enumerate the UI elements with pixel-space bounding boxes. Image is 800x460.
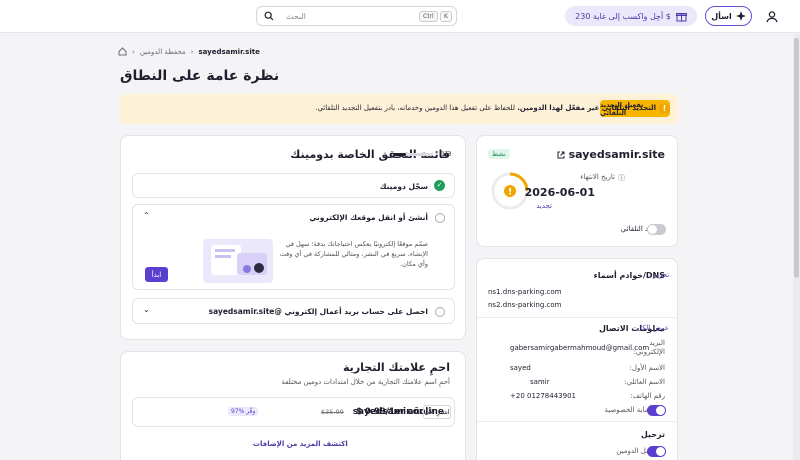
expiry-date: 2026-06-01 [524, 186, 595, 199]
privacy-toggle[interactable] [647, 405, 666, 416]
alert-rest-text: للحفاظ على تفعيل هذا الدومين وخدماته، با… [315, 104, 518, 112]
website-builder-illustration [203, 239, 273, 283]
first-name-value: sayed [510, 364, 531, 372]
referral-promo-button[interactable]: أحِل واكسب إلى غاية 230 $ [565, 6, 697, 26]
divider [477, 317, 677, 318]
renew-link[interactable]: تجديد [536, 202, 552, 210]
gift-icon [675, 12, 687, 21]
breadcrumb: › محفظة الدومين › sayedsamir.site [118, 47, 260, 56]
external-link-icon[interactable] [557, 151, 565, 159]
domain-summary-card: sayedsamir.site نشط ! تاريخ الانتهاء ⓘ 2… [476, 135, 678, 247]
checklist-progress-bar [393, 153, 433, 156]
brand-subtitle: أحمِ اسم علامتك التجارية من خلال امتدادا… [281, 378, 450, 386]
nameserver-1: ns1.dns-parking.com [488, 288, 562, 296]
buy-now-button[interactable]: اشترِ الآن [423, 405, 451, 419]
ask-label: اسأل [711, 11, 732, 21]
nameserver-2: ns2.dns-parking.com [488, 301, 562, 309]
domain-suggestion-row: sayedsamir.online 97% وفّر $35.99 $ 0.99… [132, 397, 455, 427]
checklist-item-label: سجّل دومينك [379, 182, 428, 191]
toggle-knob [648, 225, 657, 234]
breadcrumb-parent[interactable]: محفظة الدومين [140, 48, 186, 56]
checklist-item-label: احصل على حساب بريد أعمال إلكتروني @sayed… [208, 307, 428, 316]
search-placeholder: البحث [285, 12, 306, 21]
checklist-item-description: صمّم موقعًا إلكترونيًا يعكس احتياجاتك بد… [279, 240, 428, 268]
brand-protection-card: احمِ علامتك التجارية أحمِ اسم علامتك الت… [120, 351, 466, 460]
dns-edit-link[interactable]: تحرير [653, 271, 669, 279]
phone-value: +20 01278443901 [510, 392, 576, 400]
domain-name: sayedsamir.site [568, 148, 665, 161]
discount-badge: 97% وفّر [228, 407, 259, 416]
top-bar: اسأل أحِل واكسب إلى غاية 230 $ البحث Ctr… [0, 0, 800, 33]
radio-button[interactable] [435, 213, 445, 223]
divider [477, 421, 677, 422]
toggle-knob [656, 406, 665, 415]
transfer-title: ترحيل [640, 430, 665, 439]
info-icon[interactable]: ⓘ [618, 173, 625, 183]
shortcut-ctrl: Ctrl [419, 11, 438, 22]
chevron-up-icon[interactable]: ⌃ [143, 211, 150, 220]
last-name-value: samir [530, 378, 550, 386]
domain-lock-label: قفل الدومين [616, 447, 653, 455]
brand-title: احمِ علامتك التجارية [343, 361, 450, 374]
checklist-progress-count: 1/3 [441, 150, 452, 158]
privacy-label: حماية الخصوصية [604, 406, 653, 414]
checklist-item-label: أنشئ أو انقل موقعك الإلكتروني [309, 213, 428, 222]
promo-label: أحِل واكسب إلى غاية 230 $ [575, 11, 671, 21]
dns-contact-card: خوادم أسماء/DNS تحرير ns1.dns-parking.co… [476, 258, 678, 460]
user-icon[interactable] [764, 9, 780, 25]
expiry-label: تاريخ الانتهاء [580, 173, 615, 181]
page-scrollbar[interactable] [793, 34, 800, 460]
alert-bold-text: التجديد التلقائي غير مفعّل لهذا الدومين. [517, 104, 656, 112]
domain-checklist-card: قائمة التحقق الخاصة بدومينك 1/3 ✓ سجّل د… [120, 135, 466, 340]
check-icon: ✓ [434, 180, 445, 191]
domain-name-row: sayedsamir.site [557, 148, 665, 161]
start-button[interactable]: ابدأ [145, 267, 168, 282]
scrollbar-thumb[interactable] [794, 38, 799, 278]
first-name-label: الاسم الأول: [629, 364, 665, 372]
alert-text: التجديد التلقائي غير مفعّل لهذا الدومين.… [315, 104, 656, 112]
checklist-item-email[interactable]: احصل على حساب بريد أعمال إلكتروني @sayed… [132, 298, 455, 324]
sparkle-icon [735, 11, 746, 21]
email-value: gabersamirgabermahmoud@gmail.com [510, 344, 650, 352]
auto-renew-toggle[interactable] [647, 224, 666, 235]
phone-label: رقم الهاتف: [630, 392, 665, 400]
shortcut-k: K [440, 11, 452, 22]
checklist-item-website[interactable]: أنشئ أو انقل موقعك الإلكتروني ⌃ صمّم موق… [132, 204, 455, 290]
domain-lock-toggle[interactable] [647, 446, 666, 457]
page-title: نظرة عامة على النطاق [120, 68, 280, 84]
breadcrumb-current: sayedsamir.site [198, 47, 260, 56]
search-input[interactable]: البحث Ctrl K [256, 6, 457, 26]
checklist-progress-fill [393, 153, 407, 156]
old-price: $35.99 [321, 408, 344, 416]
view-all-link[interactable]: عرض الكل [637, 324, 669, 332]
search-icon [264, 11, 274, 21]
status-badge: نشط [488, 149, 510, 159]
warning-icon: ! [659, 103, 670, 114]
svg-text:!: ! [508, 188, 512, 198]
price: $ 0.99/1er año [356, 407, 426, 417]
chevron-down-icon[interactable]: ⌄ [143, 305, 150, 314]
ask-button[interactable]: اسأل [705, 6, 752, 26]
checklist-item-register[interactable]: ✓ سجّل دومينك [132, 173, 455, 198]
toggle-knob [656, 447, 665, 456]
radio-button[interactable] [435, 307, 445, 317]
home-icon[interactable] [118, 47, 127, 56]
discover-more-link[interactable]: اكتشف المزيد من الإضافات [253, 440, 348, 448]
last-name-label: الاسم العائلي: [624, 378, 665, 386]
auto-renew-alert: تفعيل التجديد التلقائي التجديد التلقائي … [120, 94, 678, 124]
